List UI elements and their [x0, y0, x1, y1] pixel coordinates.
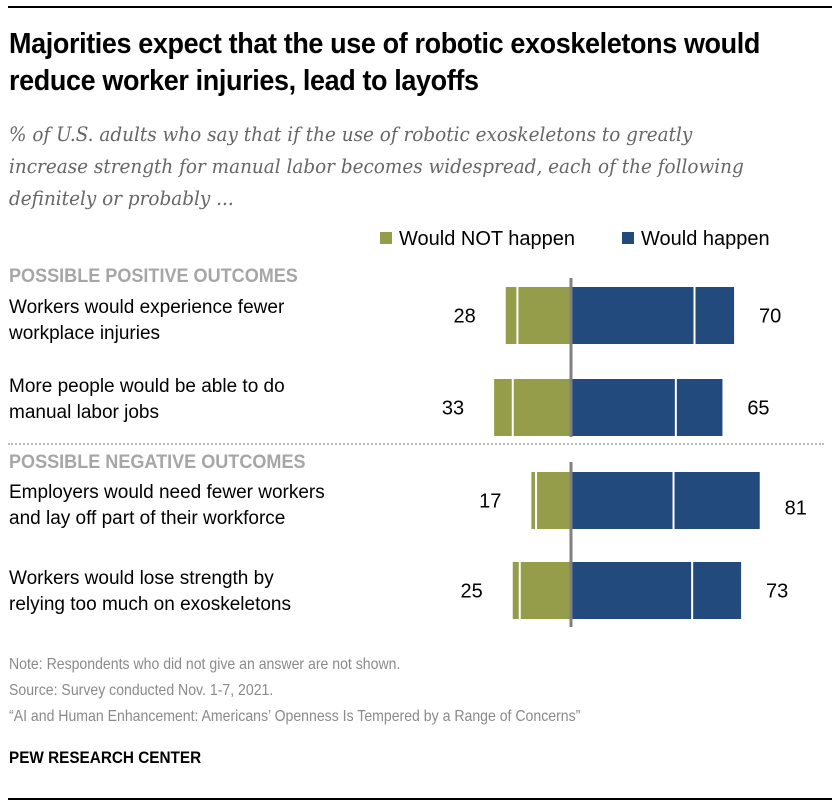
bar-not-happen-definitely	[512, 562, 520, 619]
bar-happen-definitely	[694, 287, 735, 344]
bar-happen-probably	[571, 379, 676, 436]
bottom-rule	[8, 798, 832, 800]
bar-not-happen-definitely	[494, 379, 513, 436]
bar-happen-probably	[571, 472, 674, 529]
note-text: Note: Respondents who did not give an an…	[9, 656, 401, 673]
bar-not-happen-probably	[512, 379, 571, 436]
bar-not-happen-probably	[536, 472, 571, 529]
bar-happen-definitely	[692, 562, 742, 619]
value-label-happen: 65	[747, 398, 769, 420]
value-label-happen: 81	[785, 498, 807, 520]
report-title: “AI and Human Enhancement: Americans’ Op…	[9, 708, 581, 725]
bar-not-happen-definitely	[505, 287, 518, 344]
source-text: Source: Survey conducted Nov. 1-7, 2021.	[9, 682, 274, 699]
value-label-not-happen: 17	[479, 491, 501, 513]
pew-logo-text: PEW RESEARCH CENTER	[9, 748, 202, 767]
bar-not-happen-probably	[519, 562, 571, 619]
bar-happen-definitely	[675, 379, 723, 436]
value-label-not-happen: 25	[461, 581, 483, 603]
value-label-happen: 73	[766, 581, 788, 603]
bar-happen-definitely	[673, 472, 760, 529]
bar-happen-probably	[571, 287, 695, 344]
bar-not-happen-probably	[517, 287, 571, 344]
value-label-not-happen: 33	[442, 398, 464, 420]
value-label-not-happen: 28	[454, 306, 476, 328]
value-label-happen: 70	[759, 306, 781, 328]
bar-happen-probably	[571, 562, 693, 619]
